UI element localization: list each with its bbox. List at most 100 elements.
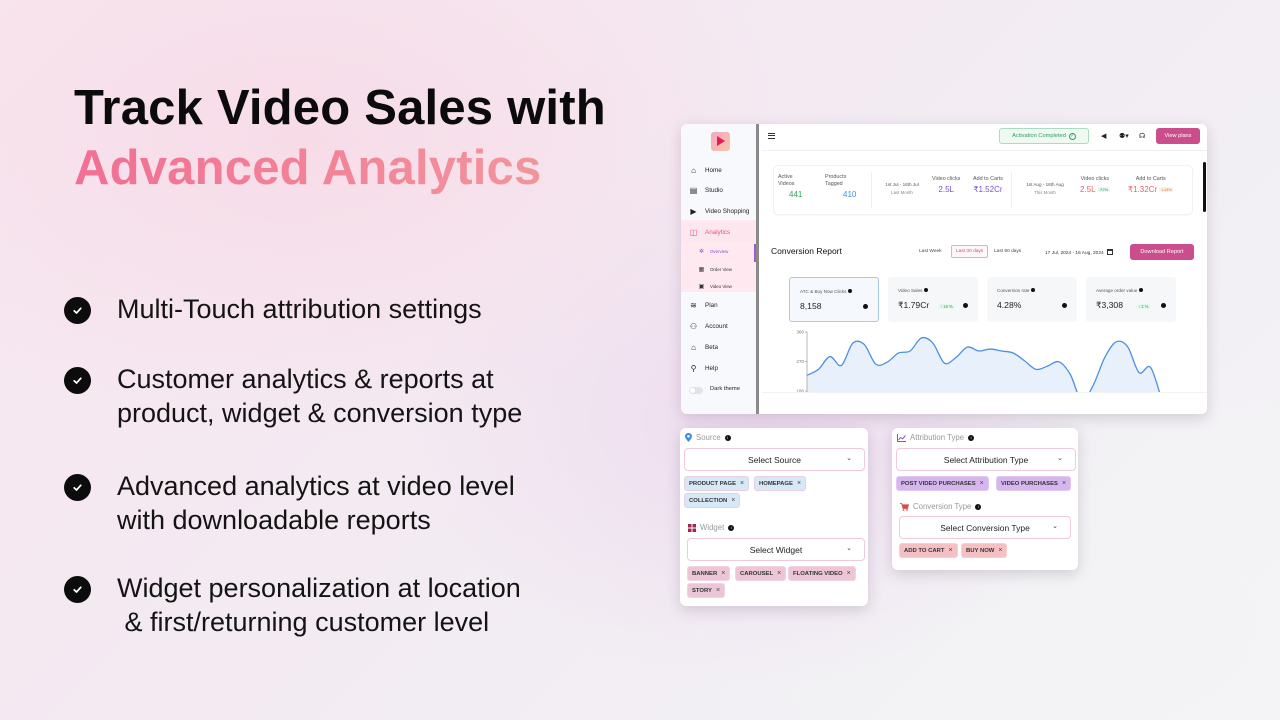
users-icon: ⚇ (689, 321, 698, 331)
remove-chip-icon[interactable]: × (777, 570, 781, 577)
download-report-button[interactable]: Download Report (1130, 244, 1194, 260)
remove-chip-icon[interactable]: × (716, 587, 720, 594)
layers-icon: ≋ (690, 300, 697, 310)
sidebar-item-label: Home (705, 166, 722, 174)
megaphone-icon[interactable]: ◀ (1101, 132, 1106, 140)
location-pin-icon (685, 433, 692, 442)
info-icon (1139, 288, 1144, 292)
widget-chip[interactable]: BANNER × (687, 566, 731, 581)
attribution-title: Attribution Type i (897, 433, 975, 442)
sidebar-item-beta[interactable]: ⌂ Beta (681, 337, 756, 357)
y-tick-label: 270 (796, 359, 804, 364)
cart-icon (900, 502, 909, 511)
home-outline-icon: ⌂ (691, 342, 696, 352)
stats-summary-card: Active Videos 441 Products Tagged 410 1s… (774, 166, 1192, 214)
user-help-icon: ⚲ (690, 363, 697, 373)
line-chart-icon (897, 433, 906, 442)
play-square-icon: ▶ (690, 206, 697, 216)
sidebar-subitem-label: Overview (710, 248, 729, 254)
dark-theme-toggle[interactable] (689, 387, 703, 394)
feature-text: Widget personalization at location & fir… (117, 573, 521, 637)
chart-area (807, 337, 1160, 392)
dashboard-window: ⌂ Home ▤ Studio ▶ Video Shopping ◫ Analy… (681, 124, 1207, 414)
metric-card-average-order-value[interactable]: Average order value ₹3,308 ↑ 2 % (1086, 277, 1176, 322)
check-circle-icon (64, 367, 91, 394)
remove-chip-icon[interactable]: × (998, 547, 1002, 554)
conversion-chip[interactable]: BUY NOW × (961, 543, 1008, 558)
attribution-conversion-filter-card: Attribution Type i Select Attribution Ty… (892, 428, 1078, 570)
feature-item: Advanced analytics at video level with d… (64, 469, 515, 537)
range-last-week-button[interactable]: Last Week (915, 245, 946, 258)
feature-item: Customer analytics & reports at product,… (64, 362, 522, 430)
sidebar-item-account[interactable]: ⚇ Account (681, 316, 756, 336)
top-bar: Activation Completed ✓ ◀ ⚉▾ ☊ View plans (762, 124, 1207, 151)
sidebar-item-home[interactable]: ⌂ Home (681, 160, 756, 180)
y-tick-label: 360 (796, 330, 804, 335)
check-circle-icon (64, 297, 91, 324)
remove-chip-icon[interactable]: × (1062, 480, 1066, 487)
remove-chip-icon[interactable]: × (797, 480, 801, 487)
sidebar-item-analytics[interactable]: ◫ Analytics (681, 222, 756, 242)
conversion-chip[interactable]: ADD TO CART × (899, 543, 958, 558)
scrollbar[interactable] (1203, 162, 1206, 212)
info-icon (1031, 288, 1036, 292)
metric-card-conversion-rate[interactable]: Conversion rate 4.28% (987, 277, 1077, 322)
range-last-90-days-button[interactable]: Last 90 days (990, 245, 1025, 258)
widget-title: Widget i (688, 523, 735, 532)
attribution-select[interactable]: Select Attribution Type ⌄ (896, 448, 1076, 471)
remove-chip-icon[interactable]: × (948, 547, 952, 554)
date-range-text: 17 Jul, 2024 - 16 Aug, 2024 (1045, 251, 1104, 256)
activation-label: Activation Completed (1012, 133, 1066, 139)
remove-chip-icon[interactable]: × (731, 497, 735, 504)
sidebar-item-plan[interactable]: ≋ Plan (681, 295, 756, 315)
grid-icon: ✲ (698, 248, 705, 255)
source-chip[interactable]: HOMEPAGE × (754, 476, 807, 491)
conversion-report-title: Conversion Report (771, 246, 842, 256)
source-chip[interactable]: PRODUCT PAGE × (684, 476, 750, 491)
support-icon[interactable]: ☊ (1139, 132, 1145, 140)
metric-card-atc-clicks[interactable]: ATC & Buy Now Clicks 8,158 (789, 277, 879, 322)
source-widget-filter-card: Source i Select Source ⌄ PRODUCT PAGE × H… (680, 428, 868, 606)
widget-grid-icon (688, 523, 696, 532)
date-range-picker[interactable]: 17 Jul, 2024 - 16 Aug, 2024 (1045, 249, 1113, 256)
sidebar-subitem-video-view[interactable]: ▣ Video View (681, 279, 756, 293)
metric-card-video-sales[interactable]: Video Sales ₹1.79Cr ↑ 16 % (888, 277, 978, 322)
team-dropdown-icon[interactable]: ⚉▾ (1119, 132, 1129, 140)
hamburger-menu-icon[interactable] (768, 133, 775, 139)
sidebar-subitem-overview[interactable]: ✲ Overview (681, 244, 756, 258)
change-badge: ↑ 2 % (1136, 304, 1151, 309)
remove-chip-icon[interactable]: × (847, 570, 851, 577)
feature-item: Widget personalization at location & fir… (64, 571, 521, 639)
attribution-chip[interactable]: POST VIDEO PURCHASES × (896, 476, 989, 491)
widget-select[interactable]: Select Widget ⌄ (687, 538, 865, 561)
view-plans-button[interactable]: View plans (1156, 128, 1200, 144)
conversion-chart: 180270360 (796, 330, 1161, 392)
clapperboard-icon: ▤ (689, 185, 698, 195)
source-chip[interactable]: COLLECTION × (684, 493, 741, 508)
sidebar-subitem-label: Video View (710, 283, 732, 289)
last-month-range: 1st Jul - 16th Jul Last Month (885, 182, 919, 195)
chevron-down-icon: ⌄ (846, 455, 852, 462)
sidebar-item-help[interactable]: ⚲ Help (681, 358, 756, 378)
info-dot-icon (1062, 303, 1067, 308)
widget-chip[interactable]: STORY × (687, 583, 726, 598)
widget-chip[interactable]: FLOATING VIDEO × (788, 566, 856, 581)
remove-chip-icon[interactable]: × (740, 480, 744, 487)
source-select[interactable]: Select Source ⌄ (684, 448, 865, 471)
conversion-select[interactable]: Select Conversion Type ⌄ (899, 516, 1071, 539)
remove-chip-icon[interactable]: × (980, 480, 984, 487)
sidebar-item-label: Video Shopping (705, 207, 750, 215)
last-month-add-to-carts: Add to Carts ₹1.52Cr (973, 176, 1003, 194)
dark-theme-label: Dark theme (710, 386, 740, 392)
info-dot-icon (1161, 303, 1166, 308)
check-circle-icon (64, 576, 91, 603)
sidebar-item-video-shopping[interactable]: ▶ Video Shopping (681, 201, 756, 221)
sidebar-subitem-order-view[interactable]: ▦ Order View (681, 262, 756, 276)
widget-chip[interactable]: CAROUSEL × (735, 566, 787, 581)
attribution-chip[interactable]: VIDEO PURCHASES × (996, 476, 1072, 491)
this-month-add-to-carts: Add to Carts ₹1.32Cr ↘13% (1128, 176, 1174, 194)
sidebar-item-studio[interactable]: ▤ Studio (681, 180, 756, 200)
chevron-down-icon: ⌄ (846, 545, 852, 552)
remove-chip-icon[interactable]: × (721, 570, 725, 577)
range-last-30-days-button[interactable]: Last 30 days (951, 245, 989, 258)
